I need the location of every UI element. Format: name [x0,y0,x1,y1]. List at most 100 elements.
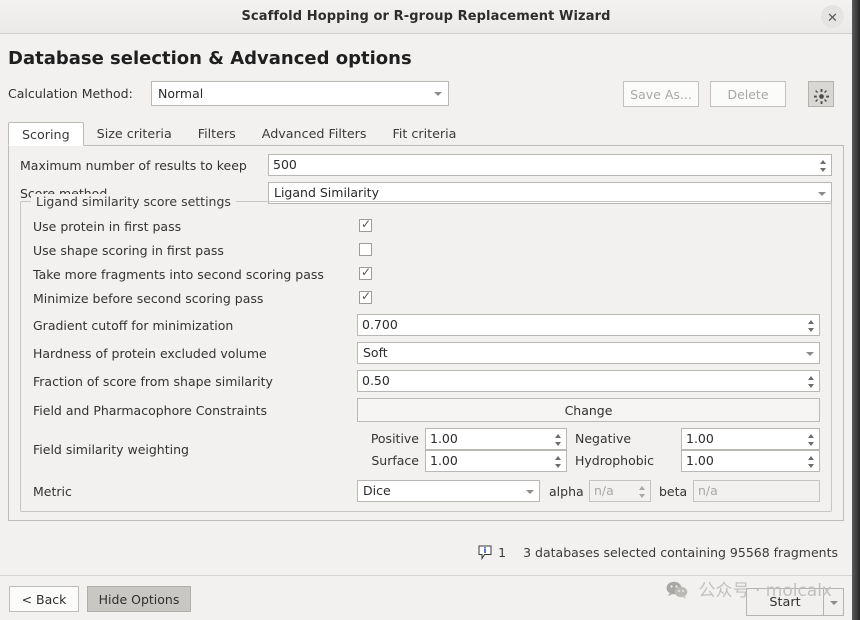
checkbox-row: Use protein in first pass [21,216,831,240]
field-weighting-label: Field similarity weighting [33,442,189,457]
max-results-value: 500 [273,157,297,172]
positive-weight-label: Positive [370,431,419,446]
checkbox-row: Use shape scoring in first pass [21,240,831,264]
gear-icon[interactable] [808,81,834,107]
tab-filters[interactable]: Filters [185,122,249,146]
tab-advanced-filters[interactable]: Advanced Filters [249,122,380,146]
tab-scoring[interactable]: Scoring [8,122,84,146]
gradient-cutoff-row: Gradient cutoff for minimization 0.700 [21,314,831,338]
info-bubble-icon: i [478,545,492,563]
gradient-cutoff-input[interactable]: 0.700 [357,314,820,336]
constraints-label: Field and Pharmacophore Constraints [33,403,268,418]
negative-weight-stepper[interactable] [805,430,818,449]
checkbox-row: Minimize before second scoring pass [21,288,831,312]
calculation-method-row: Calculation Method: Normal Save As... De… [8,81,844,111]
metric-select[interactable]: Dice [357,480,540,502]
page-title: Database selection & Advanced options [8,48,412,69]
fraction-input[interactable]: 0.50 [357,370,820,392]
status-message: 3 databases selected containing 95568 fr… [523,545,838,560]
take-more-fragments-label: Take more fragments into second scoring … [33,267,324,282]
status-count: 1 [498,545,507,560]
fraction-label: Fraction of score from shape similarity [33,374,273,389]
hardness-value: Soft [363,345,388,360]
alpha-input[interactable]: n/a [589,480,651,502]
title-bar: Scaffold Hopping or R-group Replacement … [0,0,852,34]
negative-weight-value: 1.00 [686,431,714,446]
chevron-down-icon [434,92,442,96]
use-protein-first-pass-label: Use protein in first pass [33,219,182,234]
fraction-stepper[interactable] [805,372,818,391]
chevron-down-icon [818,192,826,196]
gradient-cutoff-value: 0.700 [362,317,398,332]
negative-weight-input[interactable]: 1.00 [681,428,820,450]
status-bar: i 1 3 databases selected containing 9556… [8,545,838,565]
beta-input[interactable]: n/a [693,480,820,502]
alpha-stepper[interactable] [636,482,649,501]
footer-bar: < Back Hide Options Start [0,575,852,620]
chevron-down-icon [806,352,814,356]
surface-weight-value: 1.00 [430,453,458,468]
surface-weight-label: Surface [371,453,419,468]
max-results-label: Maximum number of results to keep [20,158,247,173]
back-button[interactable]: < Back [9,586,79,612]
window-right-edge [852,0,860,620]
hardness-select[interactable]: Soft [357,342,820,364]
chevron-down-icon [830,601,838,605]
beta-label: beta [659,484,688,499]
group-title: Ligand similarity score settings [31,194,236,209]
beta-value: n/a [698,483,718,498]
use-protein-first-pass-checkbox[interactable] [359,217,372,232]
hydrophobic-weight-label: Hydrophobic [575,453,655,468]
max-results-input[interactable]: 500 [268,154,832,176]
hydrophobic-weight-value: 1.00 [686,453,714,468]
close-icon[interactable]: ✕ [821,5,844,28]
hide-options-button[interactable]: Hide Options [87,586,191,612]
surface-weight-input[interactable]: 1.00 [425,450,567,472]
surface-weight-stepper[interactable] [552,452,565,471]
positive-weight-stepper[interactable] [552,430,565,449]
constraints-row: Field and Pharmacophore Constraints Chan… [21,398,831,422]
metric-row: Metric Dice alpha n/a beta n/a [21,480,831,504]
change-constraints-button[interactable]: Change [357,398,820,422]
metric-value: Dice [363,483,391,498]
minimize-before-second-pass-checkbox[interactable] [359,289,372,304]
alpha-value: n/a [594,483,614,498]
negative-weight-label: Negative [575,431,632,446]
gradient-cutoff-label: Gradient cutoff for minimization [33,318,234,333]
start-button[interactable]: Start [746,588,824,616]
gradient-cutoff-stepper[interactable] [805,316,818,335]
tab-fit-criteria[interactable]: Fit criteria [380,122,470,146]
tab-bar: Scoring Size criteria Filters Advanced F… [8,122,844,146]
hydrophobic-weight-stepper[interactable] [805,452,818,471]
fraction-value: 0.50 [362,373,390,388]
max-results-stepper[interactable] [817,156,830,175]
minimize-before-second-pass-label: Minimize before second scoring pass [33,291,264,306]
metric-label: Metric [33,484,72,499]
hardness-label: Hardness of protein excluded volume [33,346,267,361]
field-weighting-row: Field similarity weighting Positive 1.00… [21,428,831,476]
positive-weight-input[interactable]: 1.00 [425,428,567,450]
use-shape-scoring-label: Use shape scoring in first pass [33,243,224,258]
positive-weight-value: 1.00 [430,431,458,446]
ligand-similarity-group: Ligand similarity score settings Use pro… [20,194,832,512]
calculation-method-value: Normal [158,86,204,101]
window-title: Scaffold Hopping or R-group Replacement … [241,9,611,24]
scoring-panel: Maximum number of results to keep 500 Sc… [8,146,844,521]
score-method-value: Ligand Similarity [274,185,379,200]
save-as-button[interactable]: Save As... [623,81,699,107]
checkbox-row: Take more fragments into second scoring … [21,264,831,288]
alpha-label: alpha [549,484,584,499]
chevron-down-icon [526,490,534,494]
svg-text:i: i [484,546,487,555]
start-menu-button[interactable] [824,588,844,616]
tab-size-criteria[interactable]: Size criteria [84,122,185,146]
calculation-method-select[interactable]: Normal [151,81,449,106]
hardness-row: Hardness of protein excluded volume Soft [21,342,831,366]
delete-button[interactable]: Delete [710,81,786,107]
hydrophobic-weight-input[interactable]: 1.00 [681,450,820,472]
use-shape-scoring-checkbox[interactable] [359,243,372,256]
fraction-row: Fraction of score from shape similarity … [21,370,831,394]
wizard-window: Scaffold Hopping or R-group Replacement … [0,0,852,620]
take-more-fragments-checkbox[interactable] [359,265,372,280]
max-results-row: Maximum number of results to keep 500 [9,154,843,178]
